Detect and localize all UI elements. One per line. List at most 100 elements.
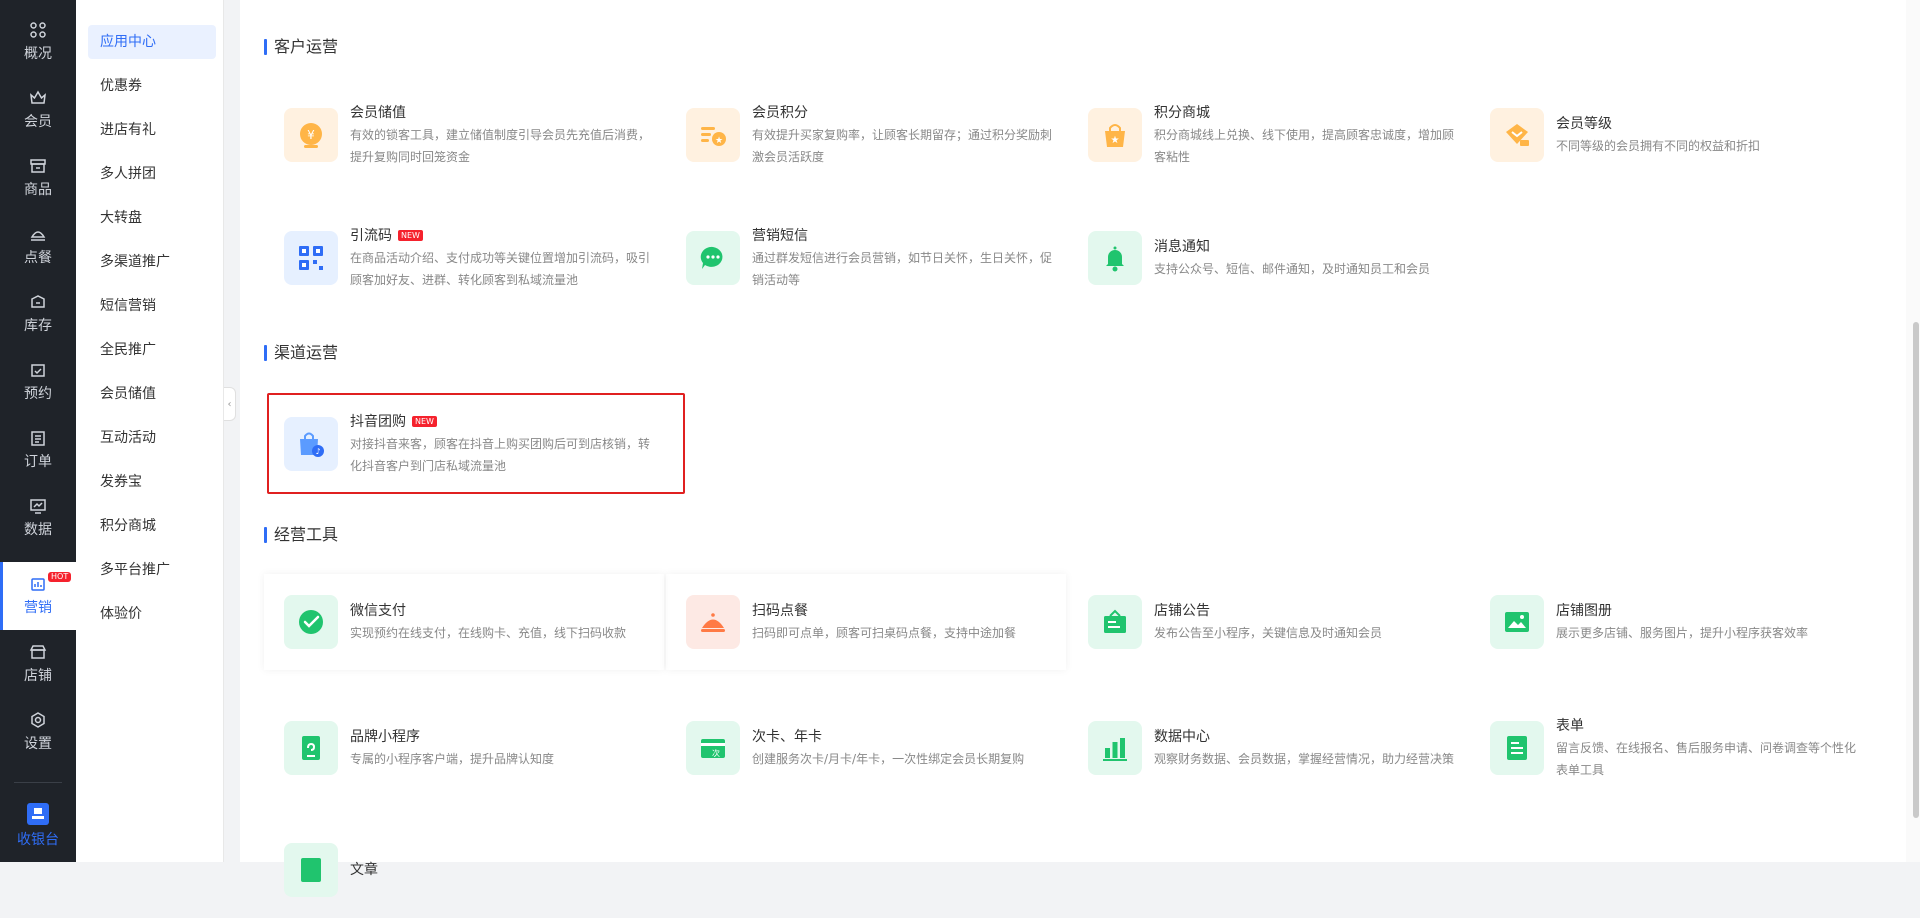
form-icon [1490,721,1544,775]
message-bubble-icon [686,231,740,285]
card-title: 次卡、年卡 [752,728,822,745]
svg-text:次: 次 [712,748,720,758]
chart-screen-icon [30,499,46,514]
app-card-member-level[interactable]: 会员等级 不同等级的会员拥有不同的权益和折扣 [1470,87,1870,183]
submenu-item[interactable]: 优惠券 [88,69,216,103]
section-title: 客户运营 [264,38,338,56]
app-card-times-annual-card[interactable]: 次 次卡、年卡 创建服务次卡/月卡/年卡，一次性绑定会员长期复购 [666,700,1066,796]
card-title: 店铺图册 [1556,602,1612,619]
app-card-scan-order[interactable]: 扫码点餐 扫码即可点单，顾客可扫桌码点餐，支持中途加餐 [666,574,1066,670]
submenu-item[interactable]: 大转盘 [88,201,216,235]
card-description: 有效提升买家复购率，让顾客长期留存；通过积分奖励刺激会员活跃度 [752,127,1053,164]
nav-item-cashier[interactable]: 收银台 [0,790,76,862]
app-card-form[interactable]: 表单 留言反馈、在线报名、售后服务申请、问卷调查等个性化表单工具 [1470,700,1870,796]
card-title: 会员积分 [752,104,808,121]
submenu-item[interactable]: 会员储值 [88,377,216,411]
submenu-item[interactable]: 多平台推广 [88,553,216,587]
points-list-icon: ★ [686,108,740,162]
nav-label: 会员 [24,114,52,130]
nav-item-settings[interactable]: 设置 [0,698,76,766]
grid-icon [30,22,46,38]
new-badge: NEW [398,230,423,241]
bell-icon [1088,231,1142,285]
card-title: 营销短信 [752,227,808,244]
nav-item-orders[interactable]: 订单 [0,416,76,484]
main-nav: 概况 会员 商品 点餐 库存 预约 订单 数据 营销 HOT 店铺 设置 收银台 [0,0,76,862]
collapse-toggle[interactable]: ‹ [224,387,236,421]
submenu: 应用中心 优惠券 进店有礼 多人拼团 大转盘 多渠道推广 短信营销 全民推广 会… [76,0,224,862]
nav-item-goods[interactable]: 商品 [0,144,76,212]
announcement-icon [1088,595,1142,649]
submenu-item[interactable]: 体验价 [88,597,216,631]
shopping-bag-star-icon: ★ [1088,108,1142,162]
scrollbar-thumb[interactable] [1913,322,1919,818]
card-title: 扫码点餐 [752,602,808,619]
app-card-store-announcement[interactable]: 店铺公告 发布公告至小程序，关键信息及时通知会员 [1068,574,1468,670]
submenu-item[interactable]: 多渠道推广 [88,245,216,279]
box-icon [31,295,45,308]
submenu-item[interactable]: 全民推广 [88,333,216,367]
card-title: 文章 [350,862,378,878]
app-card-store-gallery[interactable]: 店铺图册 展示更多店铺、服务图片，提升小程序获客效率 [1470,574,1870,670]
submenu-item[interactable]: 积分商城 [88,509,216,543]
cloche-icon [686,595,740,649]
card-title: 引流码 [350,227,392,244]
nav-item-data[interactable]: 数据 [0,484,76,552]
nav-item-member[interactable]: 会员 [0,76,76,144]
card-description: 观察财务数据、会员数据，掌握经营情况，助力经营决策 [1154,751,1455,766]
submenu-item[interactable]: 互动活动 [88,421,216,455]
card-description: 对接抖音来客，顾客在抖音上购买团购后可到店核销，转化抖音客户到门店私域流量池 [350,436,651,473]
crown-icon [30,90,46,104]
app-card-data-center[interactable]: 数据中心 观察财务数据、会员数据，掌握经营情况，助力经营决策 [1068,700,1468,796]
card-title: 店铺公告 [1154,602,1210,619]
app-card-member-stored-value[interactable]: ¥ 会员储值 有效的锁客工具，建立储值制度引导会员先充值后消费，提升复购同时回笼… [264,87,664,183]
app-card-douyin-group-buy[interactable]: ♪ 抖音团购 NEW 对接抖音来客，顾客在抖音上购买团购后可到店核销，转化抖音客户… [264,396,664,492]
card-description: 专属的小程序客户端，提升品牌认知度 [350,751,555,766]
app-card-message-notify[interactable]: 消息通知 支持公众号、短信、邮件通知，及时通知员工和会员 [1068,210,1468,306]
card-title: 抖音团购 [350,413,406,430]
nav-item-overview[interactable]: 概况 [0,8,76,76]
nav-label: 点餐 [24,250,52,266]
nav-label: 设置 [24,736,52,752]
nav-label: 订单 [24,454,52,470]
submenu-item[interactable]: 短信营销 [88,289,216,323]
new-badge: NEW [412,416,437,427]
nav-item-order-food[interactable]: 点餐 [0,212,76,280]
card-title: 微信支付 [350,602,406,619]
card-description: 发布公告至小程序，关键信息及时通知会员 [1154,625,1383,640]
card-title: 数据中心 [1154,728,1210,745]
submenu-item[interactable]: 多人拼团 [88,157,216,191]
app-card-member-points[interactable]: ★ 会员积分 有效提升买家复购率，让顾客长期留存；通过积分奖励刺激会员活跃度 [666,87,1066,183]
card-description: 在商品活动介绍、支付成功等关键位置增加引流码，吸引顾客加好友、进群、转化顾客到私… [350,250,651,287]
app-card-points-mall[interactable]: ★ 积分商城 积分商城线上兑换、线下使用，提高顾客忠诚度，增加顾客粘性 [1068,87,1468,183]
nav-label: 收银台 [17,832,59,848]
card-description: 支持公众号、短信、邮件通知，及时通知员工和会员 [1154,261,1431,276]
section-title: 渠道运营 [264,344,338,362]
svg-text:★: ★ [715,136,723,146]
submenu-item[interactable]: 应用中心 [88,25,216,59]
calendar-check-icon [31,364,45,377]
chevron-left-icon: ‹ [227,398,232,410]
marketing-icon [31,578,45,591]
app-card-marketing-sms[interactable]: 营销短信 通过群发短信进行会员营销，如节日关怀，生日关怀，促销活动等 [666,210,1066,306]
submenu-item[interactable]: 发券宝 [88,465,216,499]
nav-item-stock[interactable]: 库存 [0,280,76,348]
nav-item-marketing[interactable]: 营销 HOT [0,562,76,630]
nav-item-booking[interactable]: 预约 [0,348,76,416]
submenu-item[interactable]: 进店有礼 [88,113,216,147]
bar-chart-icon [1088,721,1142,775]
qr-code-icon [284,231,338,285]
app-card-wechat-pay[interactable]: 微信支付 实现预约在线支付，在线购卡、充值，线下扫码收款 [264,574,664,670]
card-description: 扫码即可点单，顾客可扫桌码点餐，支持中途加餐 [752,625,1017,640]
nav-label: 店铺 [24,668,52,684]
app-card-traffic-code[interactable]: 引流码 NEW 在商品活动介绍、支付成功等关键位置增加引流码，吸引顾客加好友、进群… [264,210,664,306]
card-description: 积分商城线上兑换、线下使用，提高顾客忠诚度，增加顾客粘性 [1154,127,1455,164]
svg-text:♪: ♪ [315,447,320,456]
app-card-brand-mini-program[interactable]: 品牌小程序 专属的小程序客户端，提升品牌认知度 [264,700,664,796]
douyin-bag-icon: ♪ [284,417,338,471]
cashier-icon [27,803,49,825]
card-description: 创建服务次卡/月卡/年卡，一次性绑定会员长期复购 [752,751,1025,766]
clipboard-icon [31,431,45,446]
nav-item-store[interactable]: 店铺 [0,630,76,698]
app-card-article[interactable]: 文章 [264,822,664,918]
